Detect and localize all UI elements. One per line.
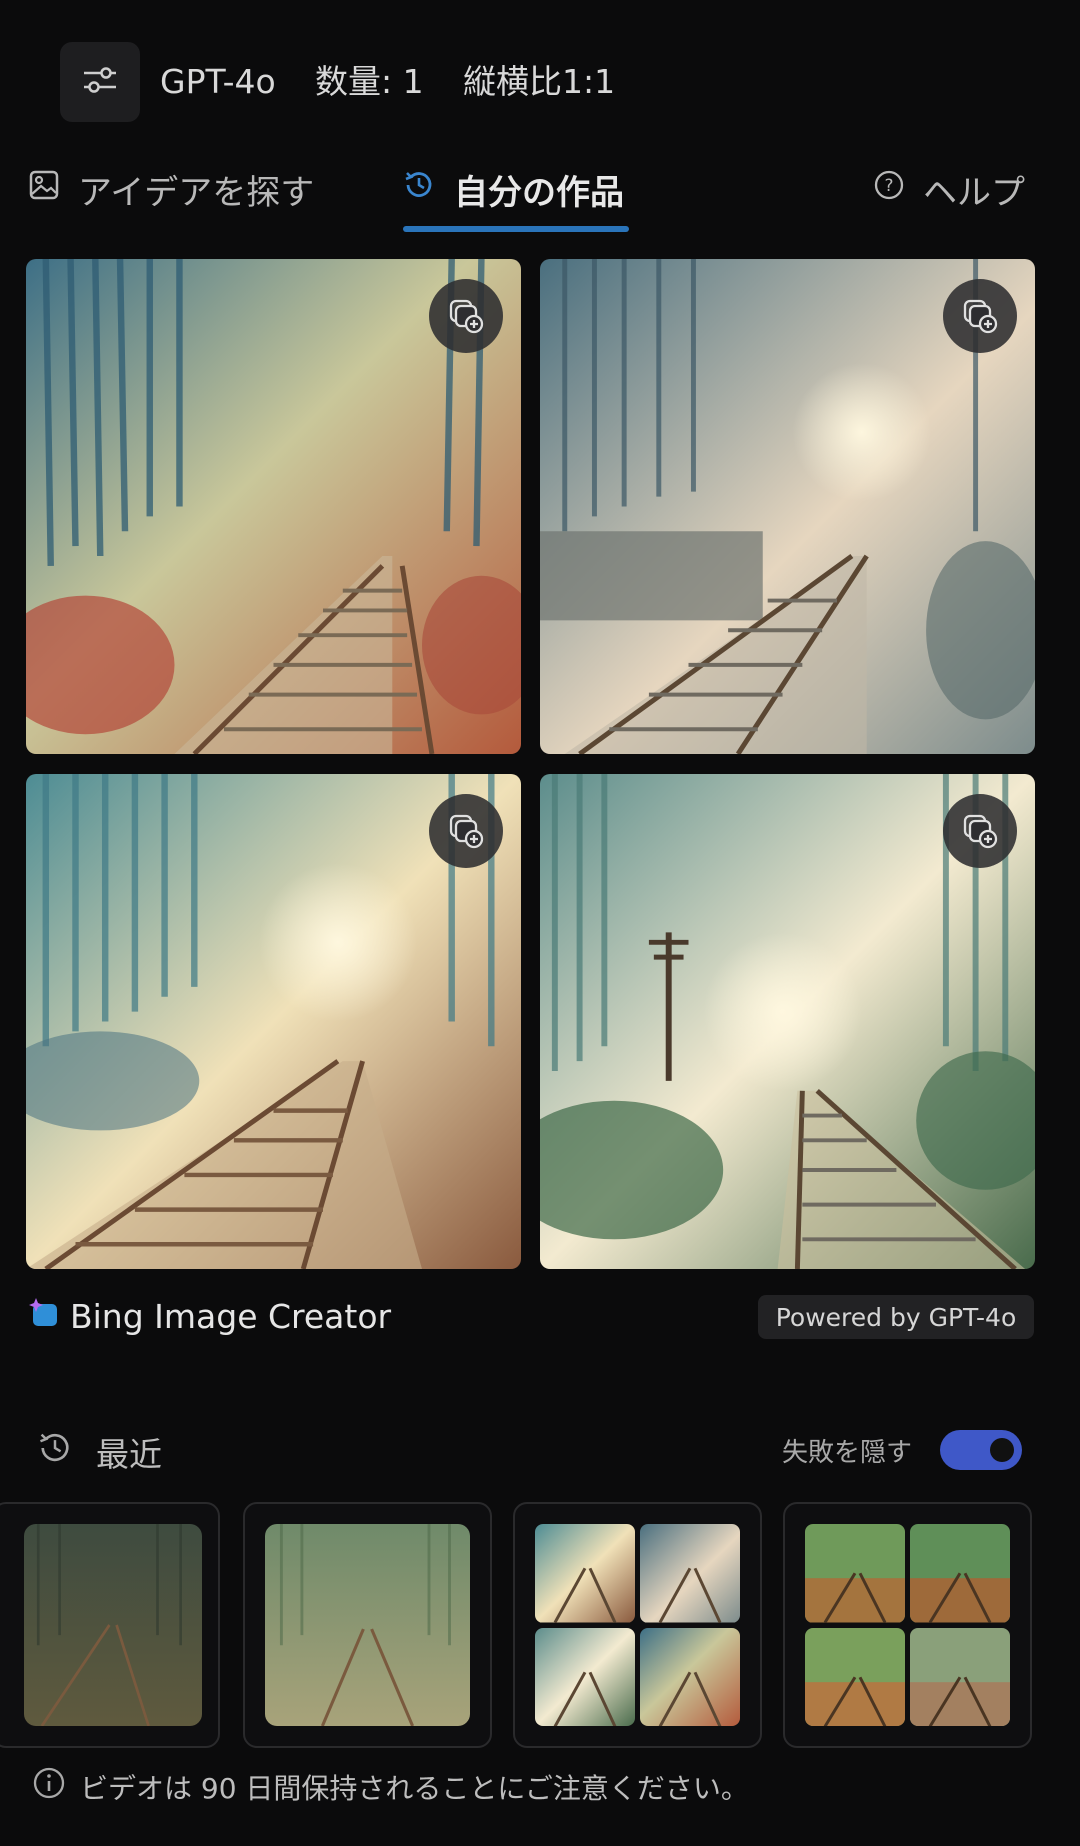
generated-image[interactable] <box>540 259 1035 754</box>
history-icon <box>36 1429 74 1475</box>
recent-creation-card[interactable] <box>0 1502 220 1748</box>
add-to-collection-icon <box>445 295 487 337</box>
image-icon <box>28 169 60 210</box>
add-to-collection-button[interactable] <box>429 794 503 868</box>
tab-explore-ideas[interactable]: アイデアを探す <box>28 165 314 213</box>
model-label[interactable]: GPT-4o <box>160 58 276 106</box>
generated-image[interactable] <box>26 259 521 754</box>
add-to-collection-button[interactable] <box>943 279 1017 353</box>
recent-creation-card[interactable] <box>243 1502 492 1748</box>
add-to-collection-button[interactable] <box>429 279 503 353</box>
recent-thumbnail-grid <box>535 1524 740 1726</box>
hide-failures-toggle[interactable] <box>940 1430 1022 1470</box>
generated-image[interactable] <box>26 774 521 1269</box>
recent-header: 最近 <box>36 1428 162 1476</box>
bing-image-creator-logo-icon <box>26 1295 60 1337</box>
recent-creation-card[interactable] <box>783 1502 1032 1748</box>
generated-image[interactable] <box>540 774 1035 1269</box>
tab-label: アイデアを探す <box>78 172 315 213</box>
info-icon <box>32 1766 66 1807</box>
tab-label: ヘルプ <box>923 172 1025 213</box>
hide-failures-label: 失敗を隠す <box>782 1438 913 1468</box>
active-tab-indicator <box>403 226 629 232</box>
help-circle-icon: ? <box>873 169 905 210</box>
add-to-collection-icon <box>959 295 1001 337</box>
tab-help[interactable]: ? ヘルプ <box>873 165 1025 213</box>
recent-creation-card[interactable] <box>513 1502 762 1748</box>
tab-label: 自分の作品 <box>454 172 624 213</box>
count-label[interactable]: 数量: 1 <box>315 58 424 106</box>
add-to-collection-icon <box>445 810 487 852</box>
recent-thumbnail <box>265 1524 470 1726</box>
add-to-collection-icon <box>959 810 1001 852</box>
notice-text: ビデオは 90 日間保持されることにご注意ください。 <box>80 1771 749 1805</box>
recent-title: 最近 <box>96 1435 162 1474</box>
brand-name: Bing Image Creator <box>70 1296 392 1336</box>
sliders-icon <box>82 64 118 100</box>
toggle-knob <box>990 1438 1014 1462</box>
powered-by-badge: Powered by GPT-4o <box>758 1295 1034 1339</box>
aspect-ratio-label[interactable]: 縦横比1:1 <box>463 58 615 106</box>
history-icon <box>402 168 436 211</box>
settings-button[interactable] <box>60 42 140 122</box>
add-to-collection-button[interactable] <box>943 794 1017 868</box>
tab-my-creations[interactable]: 自分の作品 <box>402 165 624 213</box>
recent-thumbnail-grid <box>805 1524 1010 1726</box>
retention-notice: ビデオは 90 日間保持されることにご注意ください。 <box>32 1766 749 1807</box>
brand: Bing Image Creator <box>26 1295 391 1337</box>
svg-text:?: ? <box>884 176 893 196</box>
recent-thumbnail <box>24 1524 202 1726</box>
